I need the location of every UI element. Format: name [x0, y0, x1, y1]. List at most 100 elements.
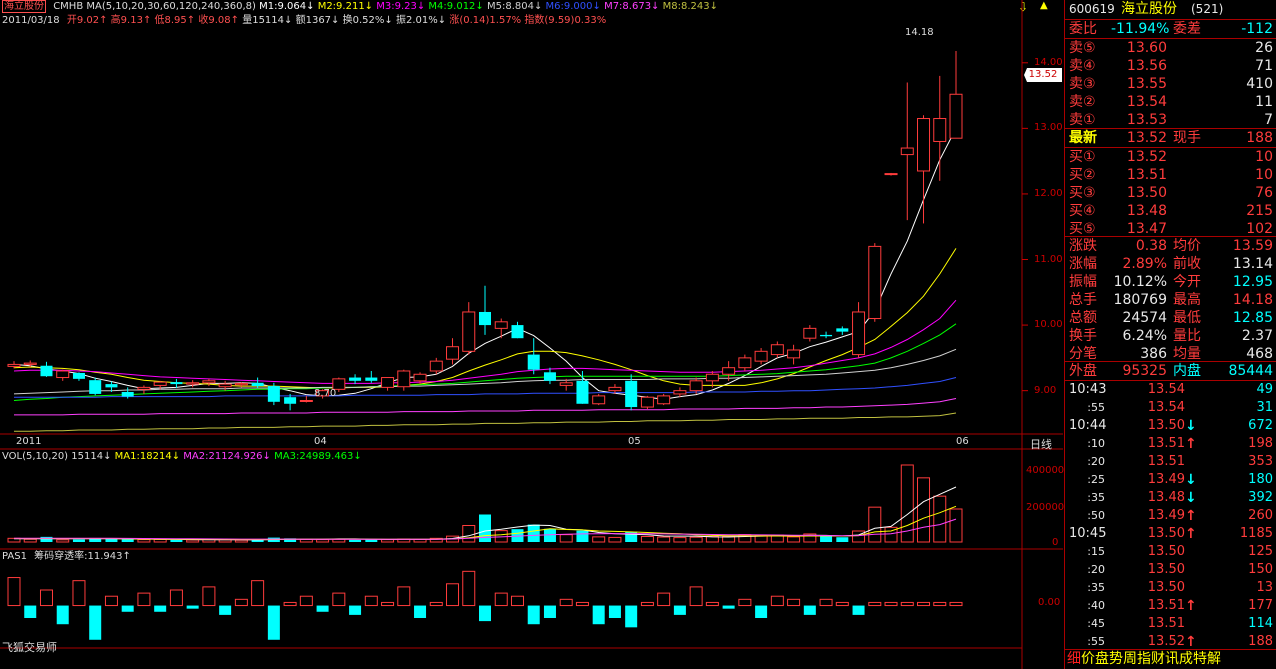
candle-body [608, 386, 622, 392]
tick-row[interactable]: 10:44 13.50 ↓ 672 [1067, 417, 1275, 435]
buy-price: 13.51 [1126, 167, 1167, 183]
sell-price: 13.53 [1126, 112, 1167, 128]
buy-volume: 10 [1255, 149, 1273, 165]
stat-value: 10.12% [1113, 274, 1167, 290]
tick-volume: 31 [1256, 400, 1273, 415]
candle-body [592, 395, 606, 405]
outer-volume: 95325 [1122, 363, 1167, 379]
volume-bar [105, 539, 118, 542]
stat-value: 6.24% [1122, 328, 1167, 344]
candle-body [673, 390, 687, 395]
price-axis-label: 11.00 [1034, 253, 1063, 265]
volume-bar [56, 539, 70, 543]
tick-row[interactable]: :50 13.49 ↑ 260 [1067, 507, 1275, 525]
tick-row[interactable]: :10 13.51 ↑ 198 [1067, 435, 1275, 453]
bottom-tab[interactable]: 周 [1123, 651, 1137, 667]
buy-level-row: 买② 13.51 10 [1069, 167, 1273, 183]
period-button[interactable]: 日线 [1030, 436, 1052, 452]
pas-bar [414, 605, 427, 618]
pas-bar [705, 601, 719, 607]
candle-body [170, 382, 183, 385]
candle-body [284, 397, 297, 404]
tick-volume: 672 [1248, 418, 1273, 433]
tab-detail[interactable]: 细 [1067, 651, 1081, 667]
tick-price: 13.51 [1147, 454, 1185, 469]
bottom-tab[interactable]: 势 [1109, 651, 1123, 667]
candle-body [738, 357, 752, 369]
tick-row[interactable]: :35 13.50 13 [1067, 579, 1275, 597]
tick-row[interactable]: :40 13.51 ↑ 177 [1067, 597, 1275, 615]
tick-row[interactable]: :35 13.48 ↓ 392 [1067, 489, 1275, 507]
volume-bar [23, 538, 37, 543]
high-label: 14.18 [905, 27, 934, 38]
quote-panel: 600619 海立股份 (521) 委比 -11.94% 委差 -112 卖⑤ 1… [1064, 0, 1276, 669]
bottom-tab[interactable]: 财 [1151, 651, 1165, 667]
tick-time: :10 [1087, 437, 1105, 450]
stat-row: 涨跌 0.38 均价 13.59 [1069, 238, 1273, 254]
ma-line-m8 [14, 412, 957, 432]
stat-row: 涨幅 2.89% 前收 13.14 [1069, 256, 1273, 272]
tick-row[interactable]: :20 13.50 150 [1067, 561, 1275, 579]
tick-volume: 13 [1256, 580, 1273, 595]
bottom-tab[interactable]: 解 [1207, 651, 1221, 667]
candle-body [527, 354, 540, 370]
stat-row: 总额 24574 最低 12.85 [1069, 310, 1273, 326]
tick-row[interactable]: 10:43 13.54 49 [1067, 381, 1275, 399]
tick-volume: 114 [1248, 616, 1273, 631]
tick-row[interactable]: 10:45 13.50 ↑ 1185 [1067, 525, 1275, 543]
up-arrow-icon: ↑ [1185, 508, 1197, 524]
candle-body [56, 370, 70, 379]
tick-time: :35 [1087, 491, 1105, 504]
tick-row[interactable]: :45 13.51 114 [1067, 615, 1275, 633]
bottom-tab[interactable]: 盘 [1095, 651, 1109, 667]
pas-bar [803, 605, 816, 615]
vol-header: VOL(5,10,20) 15114↓ MA1:18214↓ MA2:21124… [2, 451, 362, 462]
pas-bar [884, 601, 898, 607]
pas-bar [738, 598, 752, 607]
candle-body [803, 327, 817, 339]
pas-bar [169, 589, 183, 607]
commit-ratio: -11.94% [1111, 21, 1170, 37]
buy-price: 13.50 [1126, 185, 1167, 201]
volume-bar [40, 536, 53, 542]
tick-volume: 1185 [1239, 526, 1273, 541]
sell-level-row: 卖① 13.53 7 [1069, 112, 1273, 128]
tick-row[interactable]: :55 13.54 31 [1067, 399, 1275, 417]
candle-body [900, 147, 914, 156]
tick-row[interactable]: :15 13.50 125 [1067, 543, 1275, 561]
inner-volume: 85444 [1228, 363, 1273, 379]
candle-body [511, 325, 524, 339]
pas-bar [104, 595, 118, 607]
pas-bar [933, 601, 947, 607]
bottom-tab[interactable]: 价 [1081, 651, 1095, 667]
bottom-tab[interactable]: 特 [1193, 651, 1207, 667]
candle-body [121, 391, 134, 397]
tick-volume: 260 [1248, 508, 1273, 523]
tick-row[interactable]: :25 13.49 ↓ 180 [1067, 471, 1275, 489]
pas-bar [722, 605, 735, 609]
pas-bar [299, 595, 313, 607]
candle-body [625, 380, 638, 408]
low-label: 8.70 [314, 388, 337, 399]
volume-bar [234, 539, 248, 543]
pas-bar [462, 570, 476, 607]
sell-level-row: 卖④ 13.56 71 [1069, 58, 1273, 74]
pas-bar [202, 586, 216, 607]
price-axis-label: 9.00 [1034, 384, 1057, 396]
bottom-tab[interactable]: 指 [1137, 651, 1151, 667]
pas-bar [527, 605, 540, 625]
bottom-tab[interactable]: 讯 [1165, 651, 1179, 667]
sell-level-row: 卖② 13.54 11 [1069, 94, 1273, 110]
bottom-tab[interactable]: 成 [1179, 651, 1193, 667]
price-axis-label: 12.00 [1034, 187, 1063, 199]
volume-bar [365, 539, 378, 542]
volume-bar [299, 538, 313, 543]
kline-chart-area[interactable]: 海立股份 CMHB MA(5,10,20,30,60,120,240,360,8… [0, 0, 1064, 669]
candle-body [543, 372, 556, 381]
pas-bar [625, 605, 638, 628]
tick-time: :35 [1087, 581, 1105, 594]
candle-body [349, 377, 362, 381]
tick-row[interactable]: :20 13.51 353 [1067, 453, 1275, 471]
stat-row: 换手 6.24% 量比 2.37 [1069, 328, 1273, 344]
pas-bar [24, 605, 37, 618]
